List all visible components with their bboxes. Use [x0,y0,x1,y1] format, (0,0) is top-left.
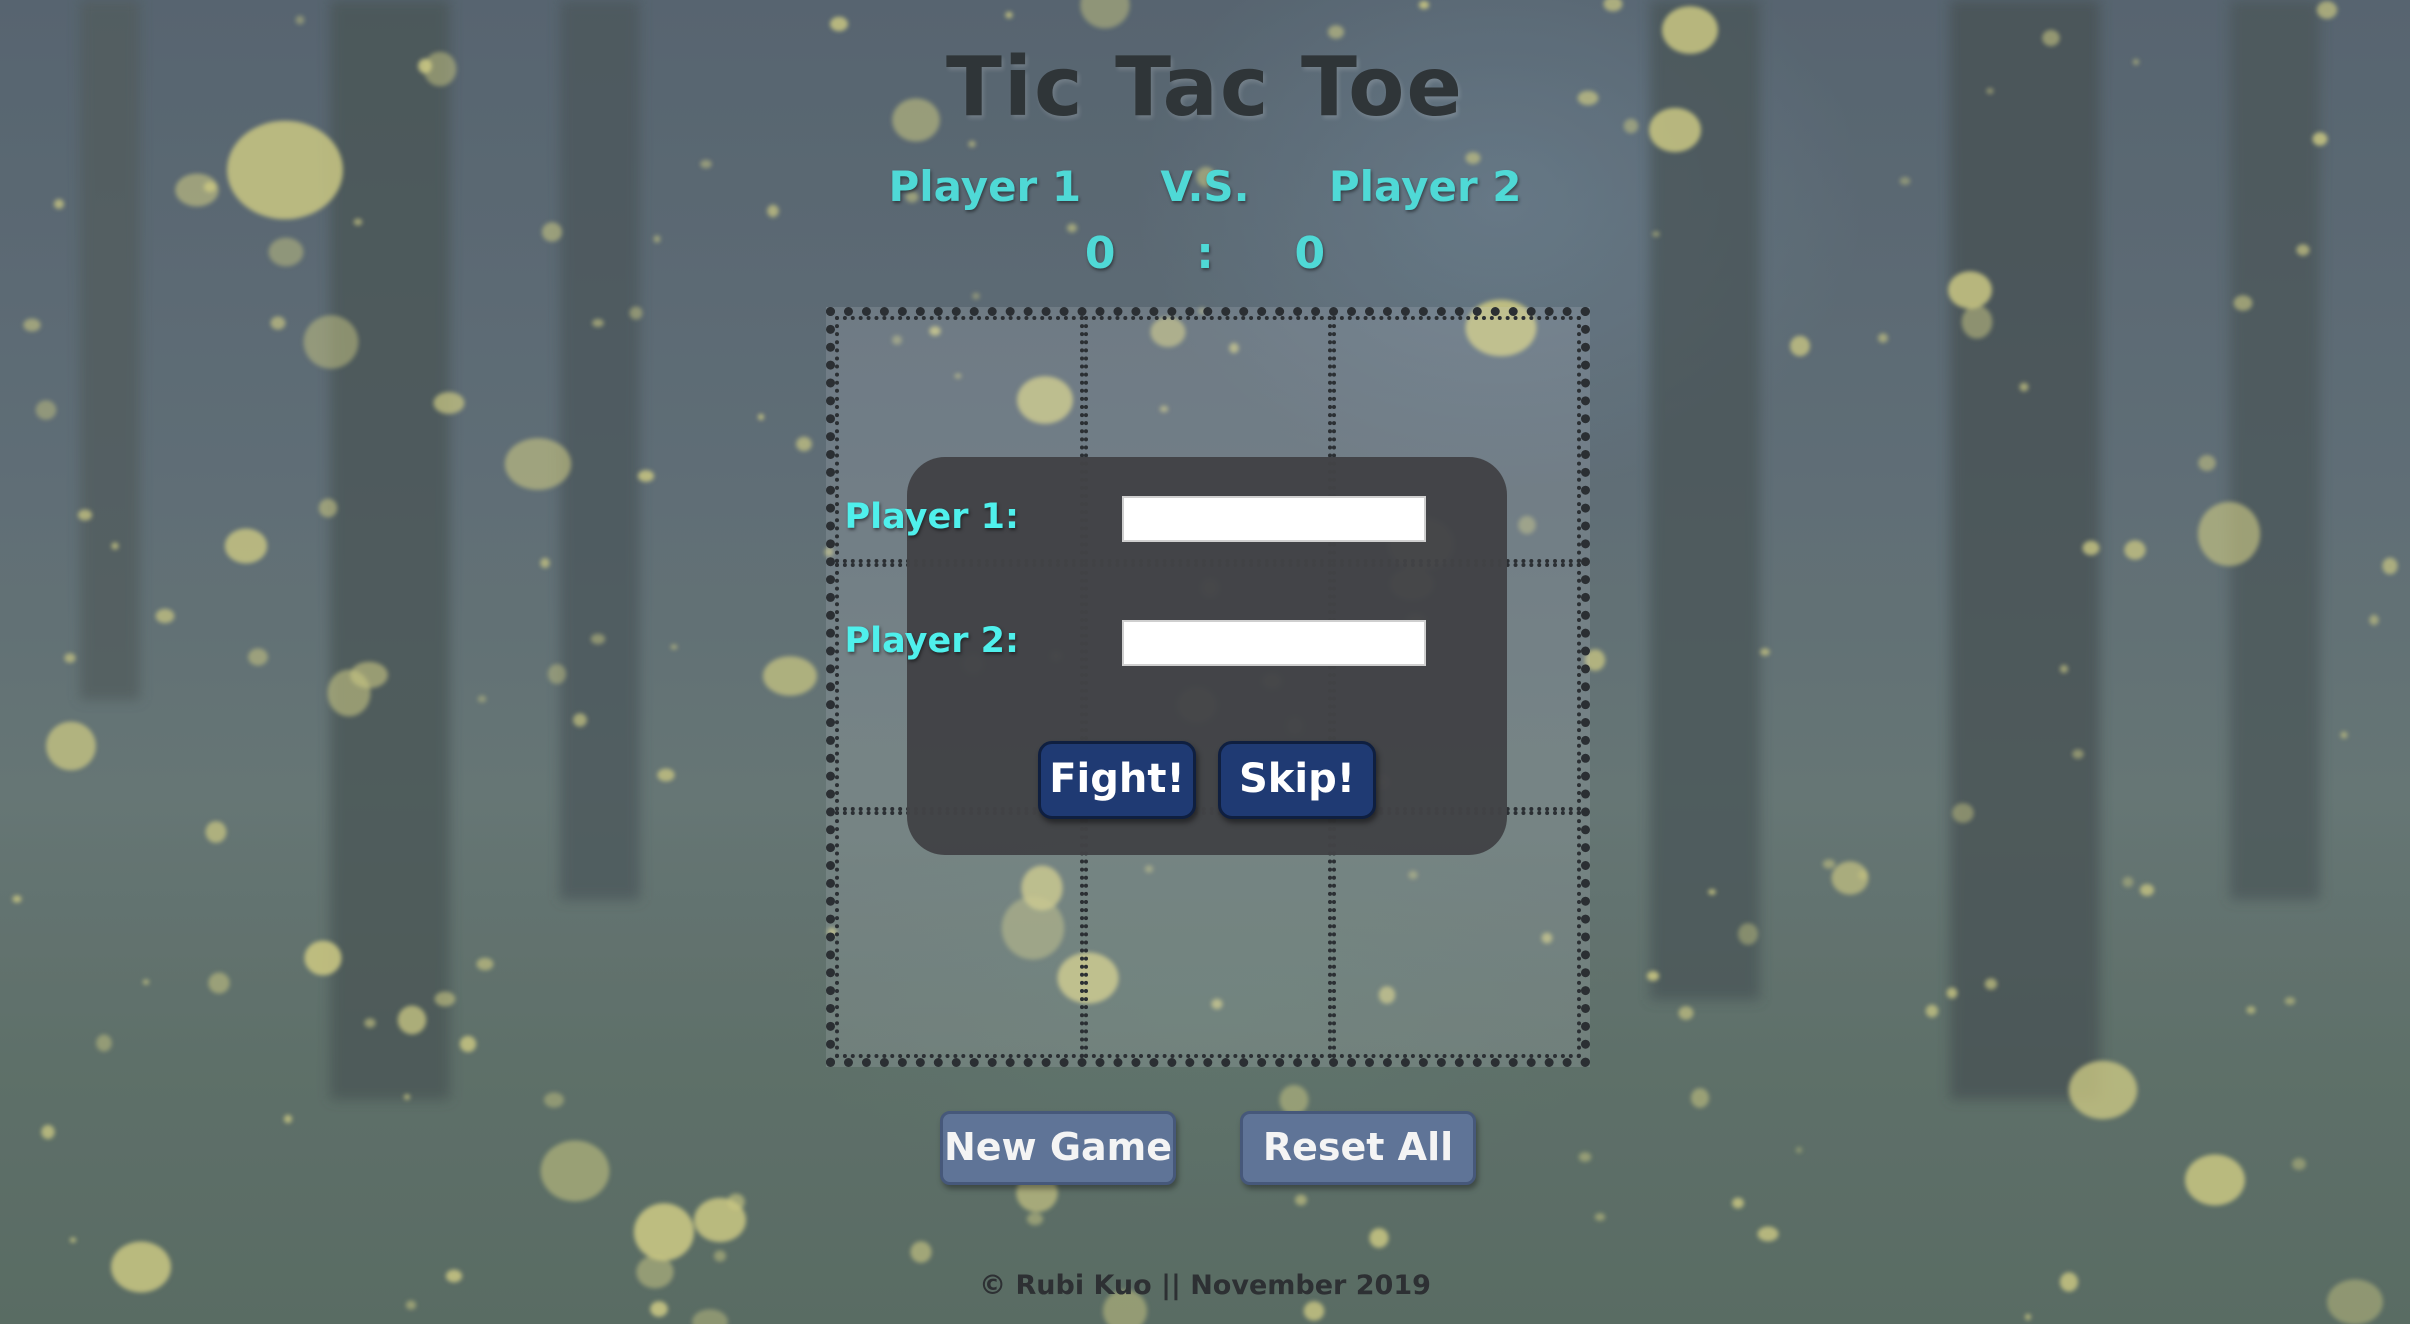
game-title: Tic Tac Toe [945,40,1465,135]
player2-name: Player 2 [1328,162,1522,211]
player2-score: 0 [1294,228,1326,279]
score-separator: : [1196,228,1214,279]
player-name-dialog: Player 1: Player 2: Fight! Skip! [844,457,1507,855]
player1-name: Player 1 [888,162,1082,211]
footer-credit: © Rubi Kuo || November 2019 [979,1270,1431,1301]
player1-input[interactable] [1122,496,1426,542]
players-header: Player 1 V.S. Player 2 [0,162,2410,211]
fight-button[interactable]: Fight! [1038,741,1196,819]
reset-all-button[interactable]: Reset All [1240,1111,1476,1185]
scoreboard: 0 : 0 [0,228,2410,279]
player1-score: 0 [1084,228,1116,279]
player2-input[interactable] [1122,620,1426,666]
player2-label: Player 2: [844,621,1019,661]
vs-label: V.S. [1160,162,1250,211]
skip-button[interactable]: Skip! [1218,741,1376,819]
player1-label: Player 1: [844,497,1019,537]
new-game-button[interactable]: New Game [940,1111,1176,1185]
